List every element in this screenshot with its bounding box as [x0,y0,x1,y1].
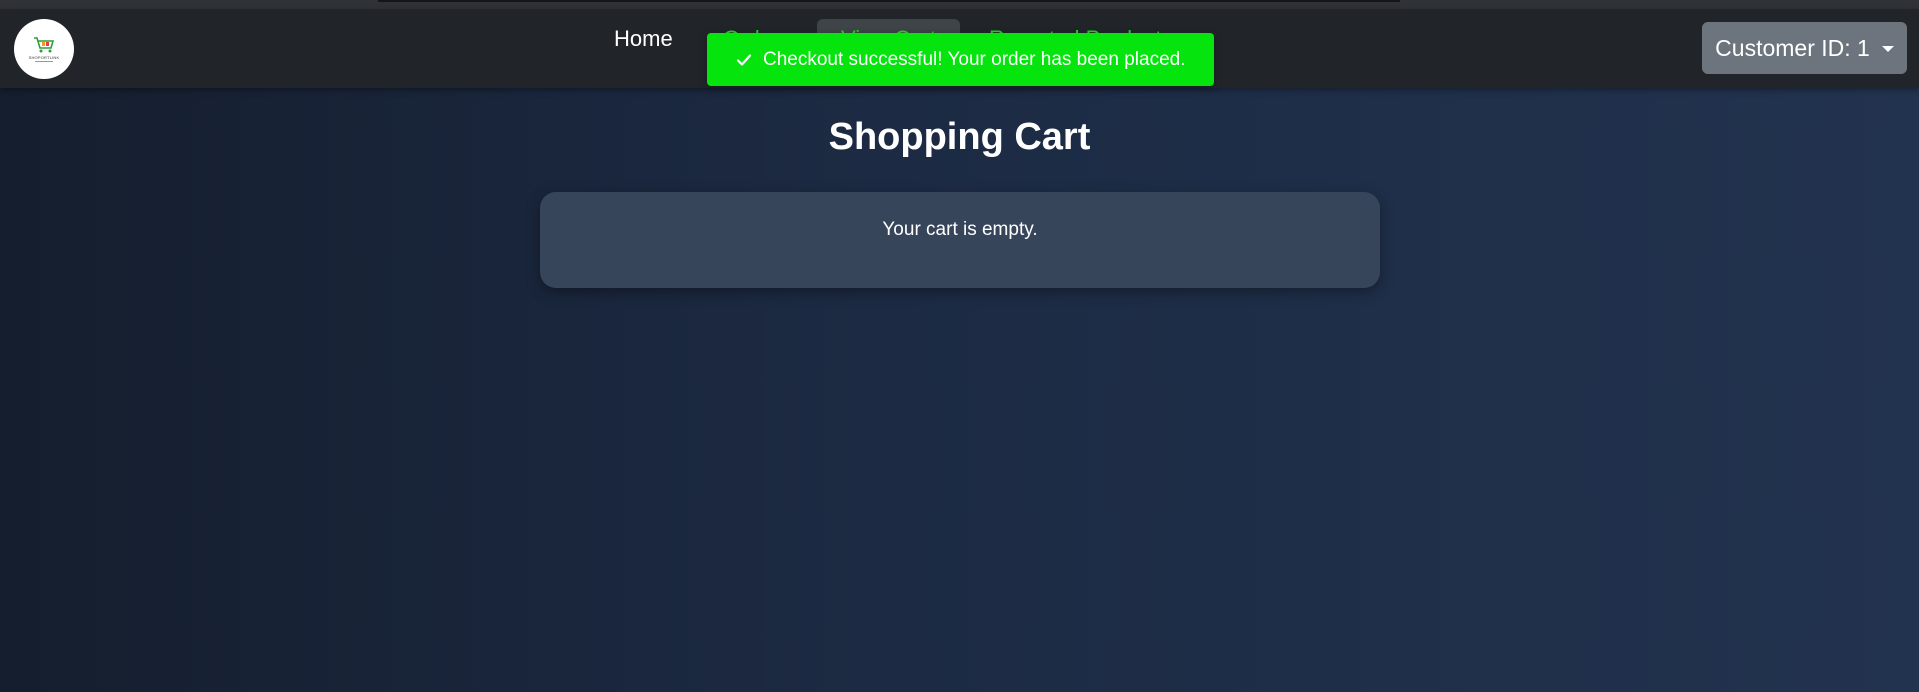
customer-dropdown-button[interactable]: Customer ID: 1 [1702,22,1907,74]
logo-text: SHOPORTLINK [28,55,60,60]
cart-card: Your cart is empty. [540,192,1380,288]
nav-home[interactable]: Home [590,19,697,59]
shopping-cart-icon [34,37,55,53]
top-strip-bar [378,0,1400,2]
customer-dropdown-label: Customer ID: 1 [1715,34,1870,61]
browser-top-strip [0,0,1919,9]
store-logo[interactable]: SHOPORTLINK [14,19,74,79]
empty-cart-message: Your cart is empty. [882,219,1038,240]
page-title: Shopping Cart [828,116,1091,158]
success-toast: Checkout successful! Your order has been… [707,33,1214,86]
logo-underline [35,61,53,62]
toast-message: Checkout successful! Your order has been… [763,48,1186,70]
check-icon [736,51,754,69]
caret-down-icon [1881,46,1894,52]
